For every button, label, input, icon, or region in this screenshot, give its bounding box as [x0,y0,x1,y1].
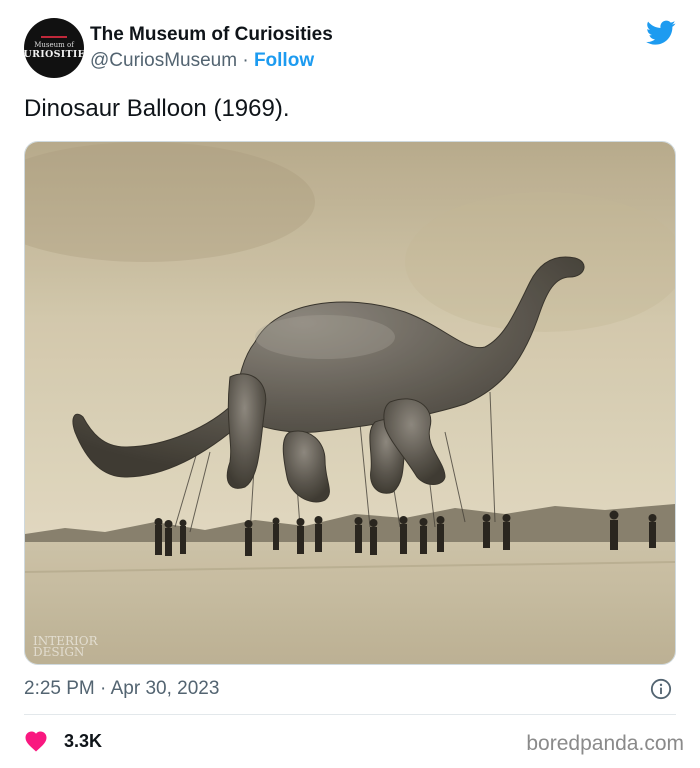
like-count: 3.3K [64,730,103,751]
avatar-accent-bar [41,36,67,38]
author-name[interactable]: The Museum of Curiosities [90,24,333,46]
photo-watermark-line2: DESIGN [33,645,85,659]
author-handle[interactable]: @CuriosMuseum [90,50,237,71]
avatar[interactable]: Museum of CURIOSITIES [24,18,84,78]
photo-watermark: INTERIOR DESIGN [33,635,98,659]
site-watermark: boredpanda.com [526,732,684,755]
divider [24,714,676,715]
avatar-top-text: Museum of [34,41,74,49]
like-button[interactable]: 3.3K [24,728,102,754]
author-handle-row: @CuriosMuseum · Follow [90,50,314,72]
tweet-timestamp[interactable]: 2:25 PM · Apr 30, 2023 [24,678,219,700]
handle-separator: · [242,50,249,71]
follow-button[interactable]: Follow [254,50,314,71]
dinosaur-balloon-photo [25,142,675,664]
avatar-main-text: CURIOSITIES [24,49,84,60]
tweet-photo[interactable]: INTERIOR DESIGN [24,141,676,665]
tweet-header: Museum of CURIOSITIES The Museum of Curi… [24,18,676,80]
tweet-text: Dinosaur Balloon (1969). [24,95,290,122]
twitter-bird-icon[interactable] [646,20,676,46]
heart-icon [25,731,47,752]
info-icon[interactable] [650,678,672,700]
